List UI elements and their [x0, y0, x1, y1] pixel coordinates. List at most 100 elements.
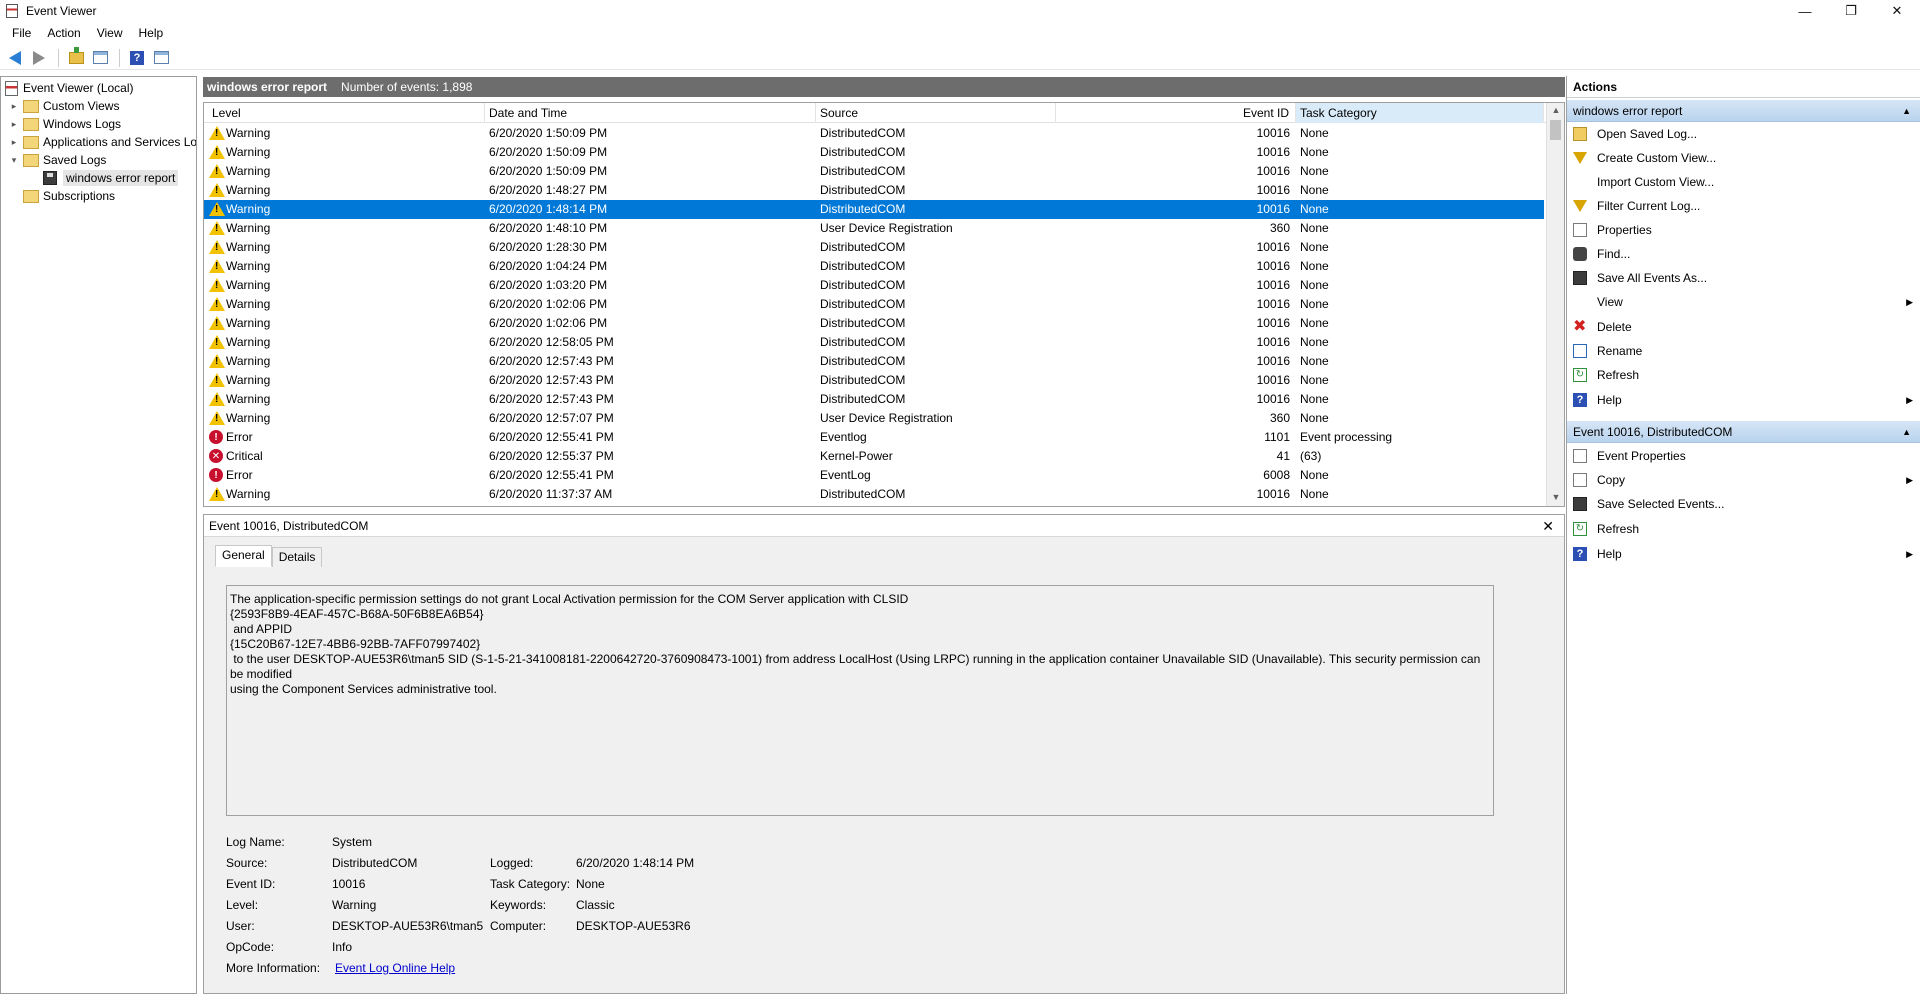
tree-item-saved-logs[interactable]: ▾ Saved Logs — [9, 151, 107, 169]
cell-date-time: 6/20/2020 12:58:05 PM — [489, 335, 614, 349]
expand-chevron-icon[interactable]: ▸ — [9, 133, 19, 151]
collapse-caret-icon[interactable]: ▲ — [1902, 100, 1911, 122]
close-button[interactable]: ✕ — [1874, 0, 1920, 22]
value-computer: DESKTOP-AUE53R6 — [576, 919, 691, 933]
action-help-event[interactable]: ? Help ▶ — [1567, 544, 1920, 564]
tree-item-windows-error-report[interactable]: windows error report — [43, 169, 179, 187]
event-viewer-app-icon — [6, 4, 18, 18]
warning-icon — [209, 126, 225, 141]
warning-icon — [209, 183, 225, 198]
table-row[interactable]: Warning 6/20/2020 12:57:43 PM DistributedC… — [204, 371, 1544, 390]
cell-level: Warning — [226, 373, 271, 387]
event-log-online-help-link[interactable]: Event Log Online Help — [335, 960, 455, 976]
log-title-bar: windows error report Number of events: 1… — [203, 77, 1565, 97]
scroll-thumb[interactable] — [1550, 120, 1561, 140]
minimize-button[interactable]: — — [1782, 0, 1828, 22]
column-header-date-time[interactable]: Date and Time — [485, 103, 816, 123]
expand-chevron-icon[interactable]: ▸ — [9, 97, 19, 115]
copy-icon — [1573, 473, 1587, 487]
actions-section-event[interactable]: Event 10016, DistributedCOM ▲ — [1567, 421, 1920, 443]
column-header-event-id[interactable]: Event ID — [1056, 103, 1296, 123]
action-copy[interactable]: Copy ▶ — [1567, 470, 1920, 490]
menu-file[interactable]: File — [4, 22, 39, 44]
close-details-icon[interactable]: ✕ — [1542, 518, 1554, 535]
column-header-level[interactable]: Level — [204, 103, 485, 123]
action-filter-current-log[interactable]: Filter Current Log... — [1567, 196, 1920, 216]
warning-icon — [209, 202, 225, 217]
menu-view[interactable]: View — [89, 22, 131, 44]
cell-event-id: 10016 — [1256, 297, 1290, 311]
action-save-all-events[interactable]: Save All Events As... — [1567, 268, 1920, 288]
label-more-information: More Information: — [226, 961, 321, 975]
column-header-task-category[interactable]: Task Category — [1296, 103, 1544, 123]
menu-bar: File Action View Help — [0, 22, 1920, 44]
action-open-saved-log[interactable]: Open Saved Log... — [1567, 124, 1920, 144]
cell-task-category: None — [1300, 164, 1329, 178]
action-help[interactable]: ? Help ▶ — [1567, 390, 1920, 410]
table-row[interactable]: Warning 6/20/2020 1:50:09 PM DistributedCO… — [204, 143, 1544, 162]
show-hide-tree-button[interactable] — [89, 48, 111, 68]
cell-task-category: None — [1300, 297, 1329, 311]
table-row[interactable]: Warning 6/20/2020 1:28:30 PM DistributedCO… — [204, 238, 1544, 257]
collapse-chevron-icon[interactable]: ▾ — [9, 151, 19, 169]
up-folder-button[interactable] — [65, 46, 87, 68]
action-delete[interactable]: ✖ Delete — [1567, 317, 1920, 337]
tree-item-subscriptions[interactable]: Subscriptions — [23, 187, 115, 205]
tab-details[interactable]: Details — [271, 547, 323, 567]
table-row[interactable]: Warning 6/20/2020 11:37:37 AM DistributedC… — [204, 485, 1544, 504]
show-action-pane-button[interactable] — [150, 48, 172, 68]
tree-item-label: Saved Logs — [43, 153, 107, 167]
expand-chevron-icon[interactable]: ▸ — [9, 115, 19, 133]
tree-item-windows-logs[interactable]: ▸ Windows Logs — [9, 115, 121, 133]
tree-item-custom-views[interactable]: ▸ Custom Views — [9, 97, 120, 115]
action-view[interactable]: View ▶ — [1567, 292, 1920, 312]
table-row[interactable]: Warning 6/20/2020 1:03:20 PM DistributedCO… — [204, 276, 1544, 295]
actions-section-log[interactable]: windows error report ▲ — [1567, 100, 1920, 122]
tree-item-label: Custom Views — [43, 99, 120, 113]
table-row[interactable]: Warning 6/20/2020 1:50:09 PM DistributedCO… — [204, 124, 1544, 143]
table-row[interactable]: Warning 6/20/2020 1:04:24 PM DistributedCO… — [204, 257, 1544, 276]
tree-item-root[interactable]: Event Viewer (Local) — [5, 79, 134, 97]
tree-item-applications-services[interactable]: ▸ Applications and Services Lo — [9, 133, 196, 151]
tab-general[interactable]: General — [215, 545, 272, 567]
action-properties[interactable]: Properties — [1567, 220, 1920, 240]
table-row[interactable]: Warning 6/20/2020 1:48:14 PM DistributedCO… — [204, 200, 1544, 219]
event-list-scrollbar[interactable]: ▲ ▼ — [1546, 103, 1564, 506]
cell-event-id: 10016 — [1256, 145, 1290, 159]
action-import-custom-view[interactable]: Import Custom View... — [1567, 172, 1920, 192]
collapse-caret-icon[interactable]: ▲ — [1902, 421, 1911, 443]
warning-icon — [209, 373, 225, 388]
action-create-custom-view[interactable]: Create Custom View... — [1567, 148, 1920, 168]
table-row[interactable]: Warning 6/20/2020 12:58:05 PM DistributedC… — [204, 333, 1544, 352]
table-row[interactable]: Warning 6/20/2020 1:02:06 PM DistributedCO… — [204, 295, 1544, 314]
scroll-up-icon[interactable]: ▲ — [1551, 105, 1561, 117]
table-row[interactable]: ✕ Critical 6/20/2020 12:55:37 PM Kernel-Pow… — [204, 447, 1544, 466]
action-rename[interactable]: Rename — [1567, 341, 1920, 361]
table-row[interactable]: Warning 6/20/2020 12:57:07 PM User Device … — [204, 409, 1544, 428]
cell-source: DistributedCOM — [820, 278, 906, 292]
back-button[interactable] — [4, 48, 26, 68]
table-row[interactable]: Warning 6/20/2020 1:50:09 PM DistributedCO… — [204, 162, 1544, 181]
menu-help[interactable]: Help — [131, 22, 172, 44]
action-find[interactable]: Find... — [1567, 244, 1920, 264]
column-header-source[interactable]: Source — [816, 103, 1056, 123]
table-row[interactable]: Warning 6/20/2020 1:48:27 PM DistributedCO… — [204, 181, 1544, 200]
event-details-header: Event 10016, DistributedCOM ✕ — [204, 515, 1564, 537]
cell-task-category: (63) — [1300, 449, 1322, 463]
scroll-down-icon[interactable]: ▼ — [1551, 492, 1561, 504]
action-save-selected-events[interactable]: Save Selected Events... — [1567, 494, 1920, 514]
action-event-properties[interactable]: Event Properties — [1567, 446, 1920, 466]
action-refresh-event[interactable]: ↻ Refresh — [1567, 519, 1920, 539]
action-refresh[interactable]: ↻ Refresh — [1567, 365, 1920, 385]
restore-button[interactable]: ❐ — [1828, 0, 1874, 22]
table-row[interactable]: Warning 6/20/2020 12:57:43 PM DistributedC… — [204, 352, 1544, 371]
table-row[interactable]: Warning 6/20/2020 12:57:43 PM DistributedC… — [204, 390, 1544, 409]
forward-button[interactable] — [28, 48, 50, 68]
table-row[interactable]: Warning 6/20/2020 1:02:06 PM DistributedCO… — [204, 314, 1544, 333]
table-row[interactable]: Warning 6/20/2020 1:48:10 PM User Device R… — [204, 219, 1544, 238]
menu-action[interactable]: Action — [39, 22, 88, 44]
toolbar: ? — [0, 46, 1920, 70]
table-row[interactable]: ! Error 6/20/2020 12:55:41 PM EventLog 6008 N… — [204, 466, 1544, 485]
table-row[interactable]: ! Error 6/20/2020 12:55:41 PM Eventlog 1101 E… — [204, 428, 1544, 447]
help-toolbar-button[interactable]: ? — [126, 48, 148, 68]
